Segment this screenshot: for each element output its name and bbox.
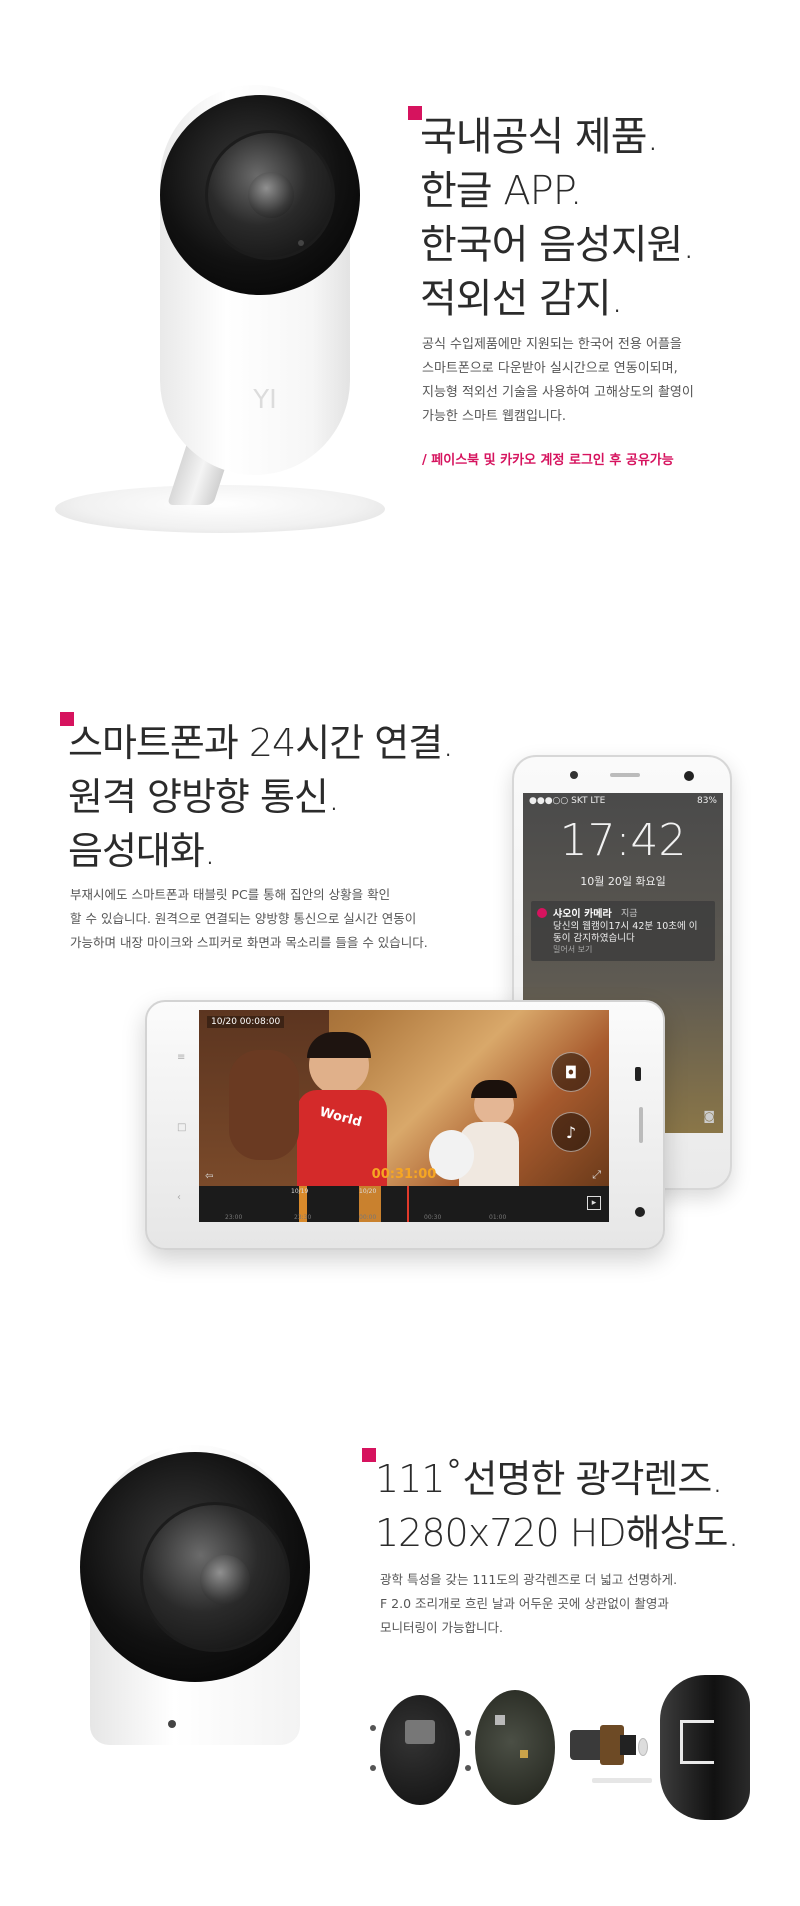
notification-line2: 동이 감지하였습니다 xyxy=(553,933,635,944)
section-heading: 국내공식 제품. 한글 APP. 한국어 음성지원. 적외선 감지. xyxy=(420,114,695,322)
section-smartphone-connection: 스마트폰과 24시간 연결. 원격 양방향 통신. 음성대화. 부재시에도 스마… xyxy=(0,680,800,1280)
section-heading: 스마트폰과 24시간 연결. 원격 양방향 통신. 음성대화. xyxy=(68,721,454,873)
timeline-tick: 00:30 xyxy=(424,1214,442,1221)
player-time: 00:31:00 xyxy=(371,1167,437,1182)
lockscreen-time: 17:42 xyxy=(559,815,687,866)
exit-icon[interactable]: ⇦ xyxy=(205,1171,213,1182)
accent-square xyxy=(362,1448,376,1462)
timeline-mark: 10/20 xyxy=(359,1188,377,1195)
section-wide-lens: 111˚선명한 광각렌즈. 1280x720 HD해상도. 광학 특성을 갖는 … xyxy=(0,1400,800,1906)
phone-landscape: ≡ □ ‹ World 10/20 00:08:00 ◘ ♪ 00:31:00 … xyxy=(145,1000,665,1250)
timeline-mark: 10/19 xyxy=(291,1188,309,1195)
exit-icon[interactable]: ▸ xyxy=(587,1196,601,1210)
exploded-parts-image xyxy=(370,1670,750,1870)
notification-icon xyxy=(537,908,547,918)
camera-icon[interactable]: ◙ xyxy=(703,1109,715,1123)
timeline-tick: 01:00 xyxy=(489,1214,507,1221)
section-heading: 111˚선명한 광각렌즈. 1280x720 HD해상도. xyxy=(375,1457,740,1555)
camera-icon: ◘ xyxy=(564,1062,578,1082)
camera-logo: YI xyxy=(253,385,277,415)
lockscreen-date: 10월 20일 화요일 xyxy=(580,875,666,888)
microphone-icon: ♪ xyxy=(565,1122,577,1142)
status-bar: ●●●○○ SKT LTE 83% xyxy=(529,796,717,806)
section-description: 부재시에도 스마트폰과 태블릿 PC를 통해 집안의 상황을 확인 할 수 있습… xyxy=(70,887,428,950)
fullscreen-icon[interactable]: ⤢ xyxy=(592,1168,601,1182)
section-description: 광학 특성을 갖는 111도의 광각렌즈로 더 넓고 선명하게. F 2.0 조… xyxy=(380,1572,678,1635)
timeline-tick: 23:30 xyxy=(294,1214,312,1221)
social-login-note: / 페이스북 및 카카오 계정 로그인 후 공유가능 xyxy=(422,453,674,468)
snapshot-button[interactable]: ◘ xyxy=(551,1052,591,1092)
playback-timeline[interactable]: 10/19 10/20 23:00 23:30 00:00 00:30 01:0… xyxy=(199,1186,609,1222)
section-official-product: YI 국내공식 제품. 한글 APP. 한국어 음성지원. 적외선 감지. 공식… xyxy=(0,0,800,560)
section-description: 공식 수입제품에만 지원되는 한국어 전용 어플을 스마트폰으로 다운받아 실시… xyxy=(422,337,694,424)
motion-notification[interactable]: 샤오이 카메라 지금 당신의 웹캠이17시 42분 10초에 이 동이 감지하였… xyxy=(531,901,715,961)
video-timestamp: 10/20 00:08:00 xyxy=(207,1016,285,1028)
timeline-tick: 00:00 xyxy=(359,1214,377,1221)
notification-action: 밀어서 보기 xyxy=(553,945,593,954)
microphone-button[interactable]: ♪ xyxy=(551,1112,591,1152)
live-video[interactable]: World 10/20 00:08:00 ◘ ♪ 00:31:00 ⇦ ⤢ xyxy=(199,1010,609,1186)
timeline-tick: 23:00 xyxy=(225,1214,243,1221)
